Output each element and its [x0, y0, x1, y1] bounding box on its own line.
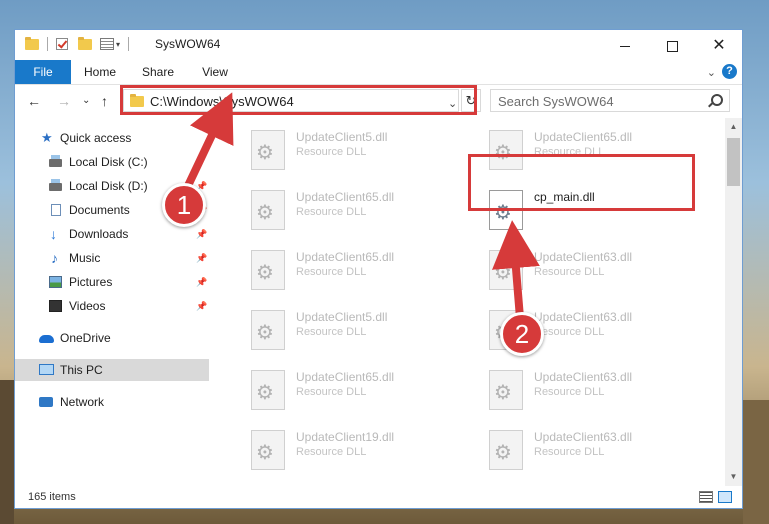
annotation-arrows	[182, 92, 540, 322]
annotation-badge-1: 1	[162, 183, 206, 227]
annotation-badge-2: 2	[500, 312, 544, 356]
annotation-arrow-2	[492, 220, 540, 322]
annotation-arrow-1	[182, 92, 234, 194]
